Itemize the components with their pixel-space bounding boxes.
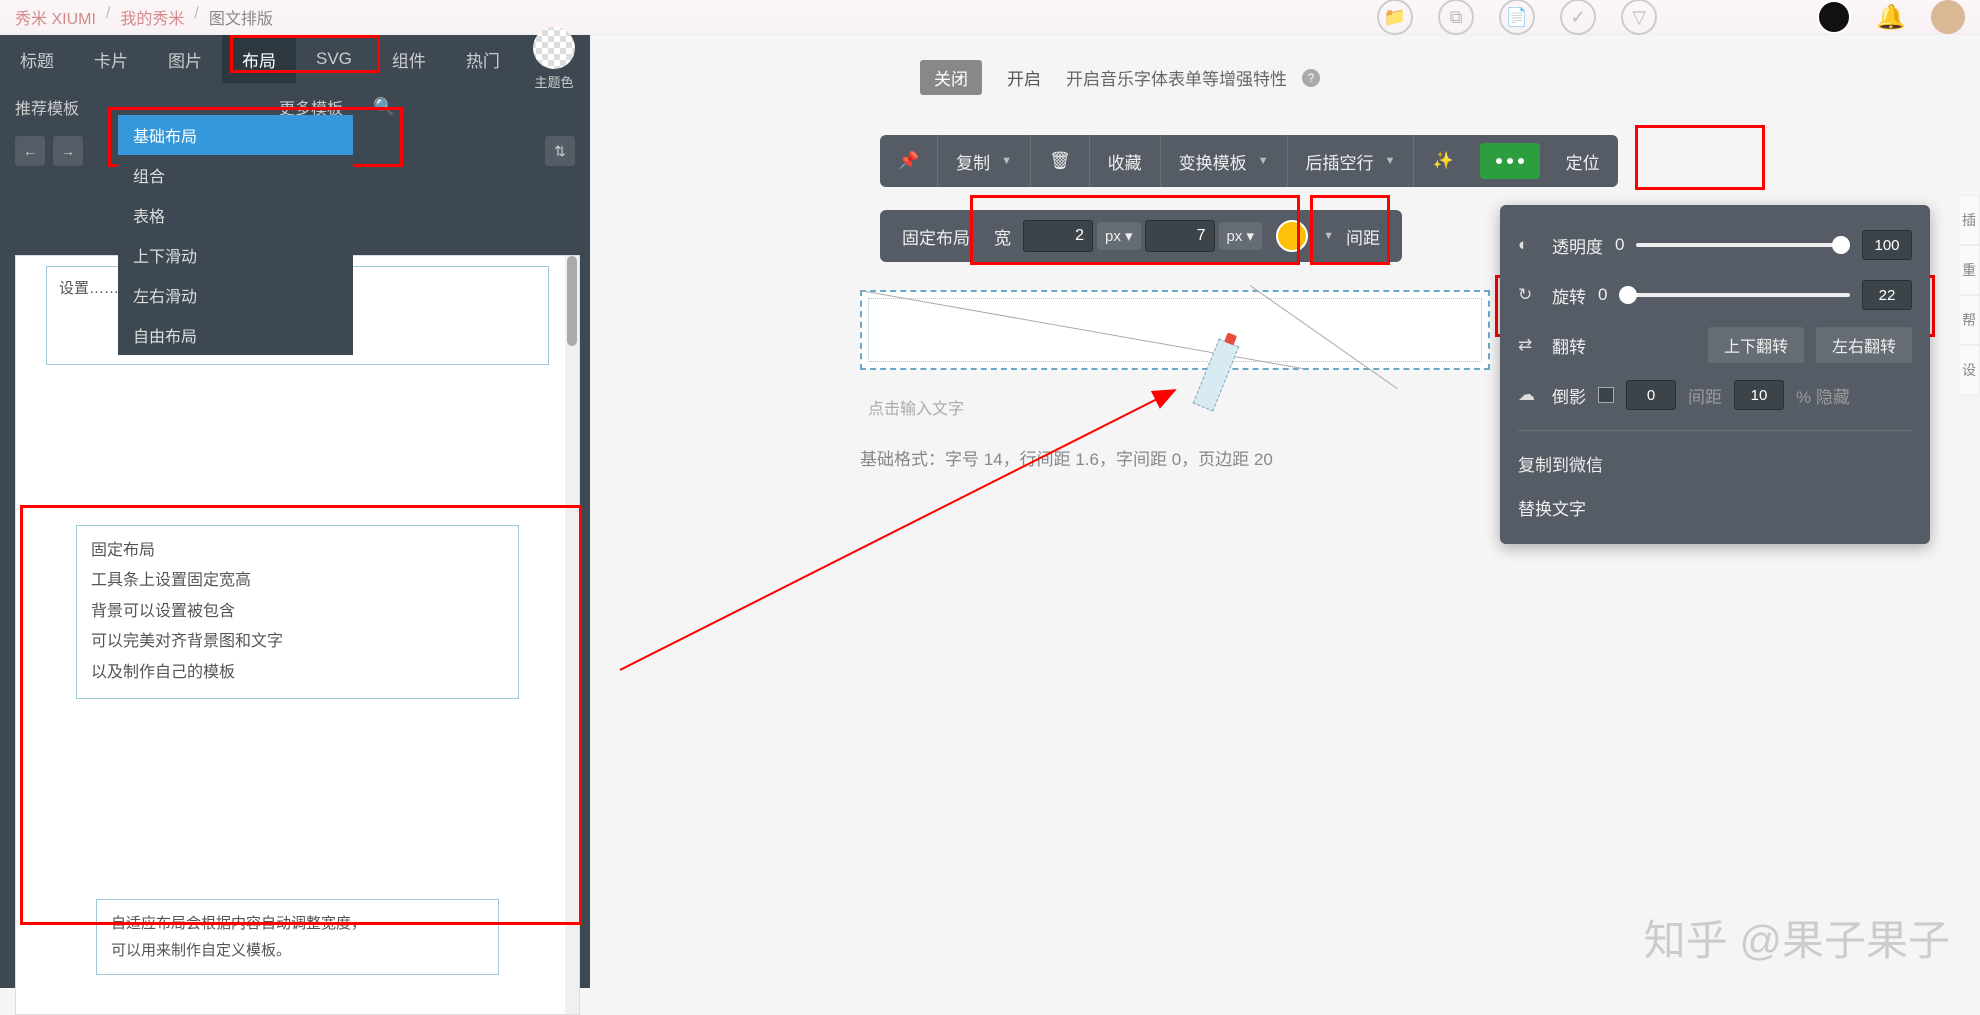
scrollbar-track[interactable] (565, 256, 579, 1014)
transform-button[interactable]: 变换模板▼ (1161, 135, 1288, 187)
fixed-layout-label: 固定布局 (890, 224, 982, 249)
favorite-button[interactable]: 收藏 (1090, 135, 1161, 187)
rotate-min: 0 (1598, 285, 1607, 305)
tab-image[interactable]: 图片 (148, 35, 222, 83)
template-card-2[interactable]: 固定布局 工具条上设置固定宽高 背景可以设置被包含 可以完美对齐背景图和文字 以… (76, 525, 519, 699)
check-icon[interactable]: ✓ (1560, 0, 1596, 35)
tab-card[interactable]: 卡片 (74, 35, 148, 83)
opacity-label: 透明度 (1552, 233, 1603, 258)
width-input[interactable] (1023, 220, 1093, 252)
dropdown-table[interactable]: 表格 (118, 195, 353, 235)
watermark: 知乎 @果子果子 (1644, 907, 1950, 968)
shadow-icon: ☁ (1518, 385, 1540, 405)
rotate-label: 旋转 (1552, 283, 1586, 308)
bell-icon[interactable]: 🔔 (1876, 3, 1906, 32)
canvas-element[interactable] (860, 290, 1490, 370)
height-unit[interactable]: px ▾ (1219, 222, 1263, 250)
dropdown-basic-layout[interactable]: 基础布局 (118, 115, 353, 155)
dropdown-combo[interactable]: 组合 (118, 155, 353, 195)
template-list: 设置……出左边模板/收藏/图片， 后面。 容和调整顺序。 固定布局 工具条上设置… (15, 255, 580, 1015)
transform-popup: ◐ 透明度 0 100 ↻ 旋转 0 22 ⇄ 翻转 上下翻转 左右翻转 ☁ 倒… (1500, 205, 1930, 544)
more-menu-button[interactable] (1480, 143, 1540, 179)
shadow-label: 倒影 (1552, 383, 1586, 408)
delete-button[interactable]: 🗑 (1031, 135, 1090, 187)
sidetab-2[interactable]: 重 (1958, 245, 1980, 295)
subtab-recommend[interactable]: 推荐模板 (0, 83, 94, 131)
tab-layout[interactable]: 布局 (222, 35, 296, 83)
shadow-value[interactable]: 0 (1626, 380, 1676, 410)
theme-color[interactable]: 主题色 (533, 27, 575, 91)
layout-toolbar: 固定布局 宽 px ▾ px ▾ ▼ 间距 (880, 210, 1402, 262)
sort-button[interactable]: ⇅ (545, 136, 575, 166)
insert-blank-button[interactable]: 后插空行▼ (1288, 135, 1415, 187)
sidetab-1[interactable]: 插 (1958, 195, 1980, 245)
replace-text[interactable]: 替换文字 (1518, 485, 1912, 529)
shadow-unit: % 隐藏 (1796, 383, 1850, 408)
tab-svg[interactable]: SVG (296, 35, 372, 83)
rotate-value[interactable]: 22 (1862, 280, 1912, 310)
sidetab-3[interactable]: 帮 (1958, 295, 1980, 345)
copy-icon[interactable]: ⧉ (1438, 0, 1474, 35)
music-close-button[interactable]: 关闭 (920, 60, 982, 95)
width-label: 宽 (982, 224, 1023, 249)
rotate-icon: ↻ (1518, 285, 1540, 305)
opacity-slider[interactable] (1636, 243, 1850, 247)
help-icon[interactable]: ? (1302, 69, 1320, 87)
opacity-min: 0 (1615, 235, 1624, 255)
height-input[interactable] (1145, 220, 1215, 252)
dropdown-scroll-v[interactable]: 上下滑动 (118, 235, 353, 275)
nav-back[interactable]: ← (15, 136, 45, 166)
dropdown-icon[interactable]: ▽ (1621, 0, 1657, 35)
flip-icon: ⇄ (1518, 335, 1540, 355)
music-open-button[interactable]: 开启 (997, 60, 1051, 95)
shadow-spacing-label: 间距 (1688, 383, 1722, 408)
shadow-checkbox[interactable] (1598, 387, 1614, 403)
flip-label: 翻转 (1552, 333, 1586, 358)
breadcrumb: 秀米 XIUMI / 我的秀米 / 图文排版 (15, 5, 273, 29)
spacing-label: 间距 (1334, 224, 1392, 249)
search-icon[interactable]: 🔍 (358, 97, 410, 118)
format-info: 基础格式：字号 14，行间距 1.6，字间距 0，页边距 20 (860, 445, 1273, 470)
opacity-value[interactable]: 100 (1862, 230, 1912, 260)
user-avatar[interactable] (1931, 0, 1965, 34)
pin-button[interactable]: 📌 (880, 135, 938, 187)
opacity-icon: ◐ (1518, 235, 1540, 255)
width-unit[interactable]: px ▾ (1097, 222, 1141, 250)
main-toolbar: 📌 复制▼ 🗑 收藏 变换模板▼ 后插空行▼ ✨ 定位 (880, 135, 1618, 187)
scrollbar-thumb[interactable] (567, 256, 577, 346)
music-label: 开启音乐字体表单等增强特性 (1066, 65, 1287, 90)
tab-hot[interactable]: 热门 (446, 35, 520, 83)
tab-component[interactable]: 组件 (372, 35, 446, 83)
nav-forward[interactable]: → (53, 136, 83, 166)
document-icon[interactable]: 📄 (1499, 0, 1535, 35)
tab-title[interactable]: 标题 (0, 35, 74, 83)
magic-icon[interactable]: ✨ (1414, 135, 1471, 187)
copy-to-wechat[interactable]: 复制到微信 (1518, 441, 1912, 485)
folder-icon[interactable]: 📁 (1377, 0, 1413, 35)
copy-button[interactable]: 复制▼ (938, 135, 1031, 187)
layout-dropdown: 基础布局 组合 表格 上下滑动 左右滑动 自由布局 (118, 115, 353, 355)
template-card-3[interactable]: 自适应布局会根据内容自动调整宽度， 可以用来制作自定义模板。 (96, 899, 499, 975)
brand-avatar[interactable] (1817, 0, 1851, 34)
canvas-placeholder[interactable]: 点击输入文字 (868, 395, 964, 419)
breadcrumb-mine[interactable]: 我的秀米 (120, 5, 184, 29)
dropdown-free[interactable]: 自由布局 (118, 315, 353, 355)
breadcrumb-home[interactable]: 秀米 XIUMI (15, 5, 96, 29)
locate-button[interactable]: 定位 (1548, 135, 1618, 187)
music-enhance-row: 关闭 开启 开启音乐字体表单等增强特性 ? (920, 60, 1320, 95)
breadcrumb-current: 图文排版 (209, 5, 273, 29)
sidetab-4[interactable]: 设 (1958, 345, 1980, 395)
shadow-pct[interactable]: 10 (1734, 380, 1784, 410)
annotation-box-6 (1635, 125, 1765, 190)
flip-vertical-button[interactable]: 上下翻转 (1708, 327, 1804, 363)
flip-horizontal-button[interactable]: 左右翻转 (1816, 327, 1912, 363)
rotate-slider[interactable] (1619, 293, 1850, 297)
dropdown-scroll-h[interactable]: 左右滑动 (118, 275, 353, 315)
color-swatch[interactable] (1276, 220, 1308, 252)
right-side-tabs: 插 重 帮 设 (1958, 195, 1980, 395)
